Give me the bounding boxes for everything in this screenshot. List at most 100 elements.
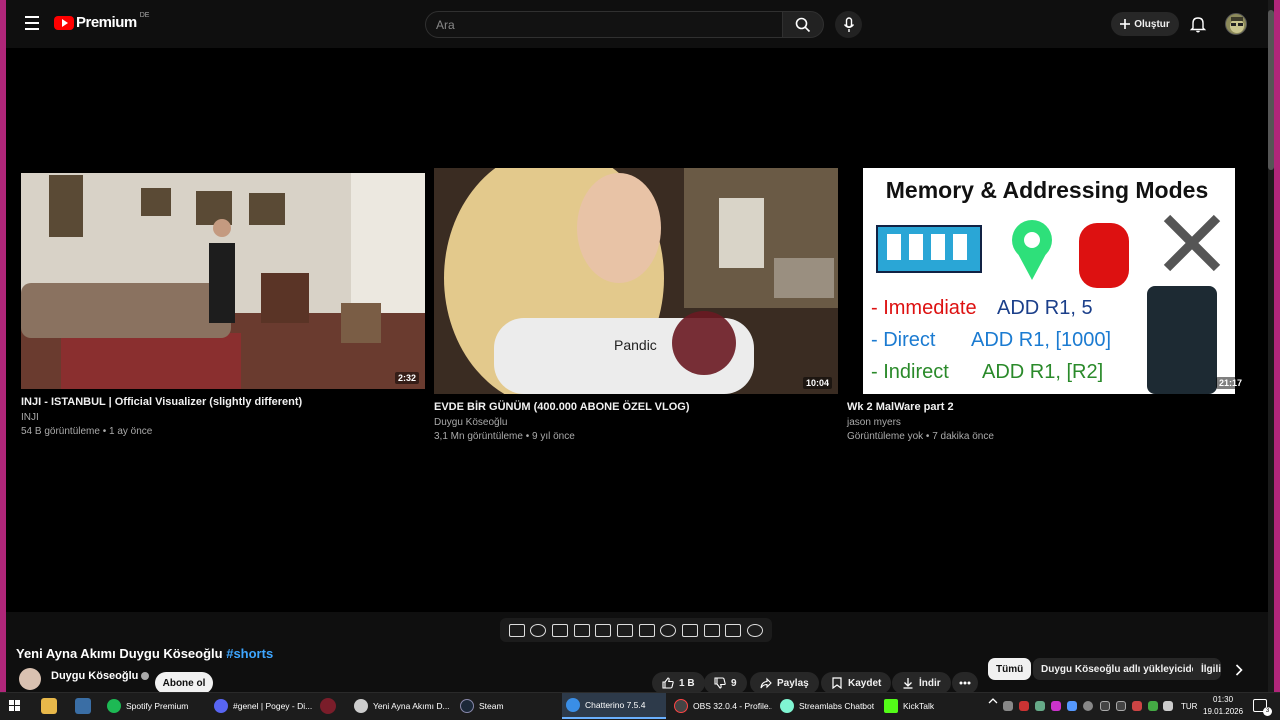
hamburger-menu-icon[interactable] [20, 12, 44, 36]
create-button[interactable]: Oluştur [1111, 12, 1179, 36]
tray-app-icon[interactable] [1067, 701, 1077, 711]
tray-app-icon[interactable] [1003, 701, 1013, 711]
input-language-indicator[interactable]: TUR [1181, 702, 1197, 711]
svg-text:ADD R1, [R2]: ADD R1, [R2] [982, 361, 1103, 383]
tray-app-icon[interactable] [1035, 701, 1045, 711]
endscreen-video-card[interactable]: Memory & Addressing Modes - Immediate AD… [847, 168, 1251, 442]
network-icon[interactable] [1100, 701, 1110, 711]
system-clock[interactable]: 01:30 19.01.2026 [1203, 694, 1243, 718]
download-button[interactable]: İndir [892, 672, 951, 694]
tray-overflow-chevron-icon[interactable] [988, 697, 998, 707]
youtube-premium-logo[interactable]: Premium DE [54, 12, 150, 31]
video-title[interactable]: INJI - ISTANBUL | Official Visualizer (s… [21, 396, 425, 408]
view-icon[interactable] [552, 623, 569, 637]
video-channel[interactable]: Duygu Köseoğlu [434, 417, 838, 428]
create-label: Oluştur [1134, 18, 1170, 30]
taskbar-item-label: Streamlabs Chatbot [799, 701, 875, 711]
endscreen-video-card[interactable]: 2:32 INJI - ISTANBUL | Official Visualiz… [21, 168, 425, 437]
video-meta: Görüntüleme yok • 7 dakika önce [847, 431, 994, 442]
channel-name[interactable]: Duygu Köseoğlu [51, 670, 150, 682]
microphone-icon [843, 16, 854, 32]
share-arrow-icon [760, 677, 772, 689]
volume-icon[interactable] [1116, 701, 1126, 711]
notification-bell-icon[interactable] [1188, 14, 1208, 34]
tray-app-icon[interactable] [1132, 701, 1142, 711]
channel-avatar[interactable] [19, 668, 41, 690]
video-duration: 21:17 [1215, 377, 1245, 389]
share-button[interactable]: Paylaş [750, 672, 819, 694]
taskbar-item-streamlabs[interactable]: Streamlabs Chatbot [776, 693, 876, 719]
speed-gauge-icon[interactable] [660, 623, 677, 637]
living-room-thumbnail-image [21, 173, 425, 389]
taskbar-item-spotify[interactable]: Spotify Premium [103, 693, 203, 719]
svg-text:ADD R1, 5: ADD R1, 5 [997, 297, 1093, 319]
taskbar-item-kicktalk[interactable]: KickTalk [880, 693, 970, 719]
player-extension-toolbar [500, 618, 772, 642]
keyboard-icon[interactable] [725, 623, 742, 637]
terminal-app-icon[interactable] [75, 698, 91, 714]
voice-search-button[interactable] [835, 11, 862, 38]
chip-all[interactable]: Tümü [988, 658, 1032, 680]
video-title[interactable]: EVDE BİR GÜNÜM (400.000 ABONE ÖZEL VLOG) [434, 401, 838, 413]
taskbar-item-chatterino[interactable]: Chatterino 7.5.4 [562, 693, 666, 719]
tray-app-icon[interactable] [1163, 701, 1173, 711]
taskbar-item-label: Yeni Ayna Akımı D... [373, 701, 450, 711]
clock-time: 01:30 [1213, 695, 1234, 704]
more-horizontal-icon [959, 681, 971, 685]
settings-gear-icon[interactable] [747, 623, 764, 637]
download-icon [903, 678, 913, 689]
save-button[interactable]: Kaydet [821, 672, 892, 694]
video-thumbnail[interactable]: 2:32 [21, 173, 425, 389]
broadcast-icon[interactable] [530, 623, 547, 637]
dashed-frame-icon[interactable] [638, 623, 655, 637]
chip-related[interactable]: İlgili [1193, 658, 1221, 680]
more-actions-button[interactable] [952, 672, 978, 694]
avatar-face-icon [1230, 17, 1244, 33]
search-input[interactable]: Ara [425, 11, 783, 38]
video-thumbnail[interactable]: Pandic 10:04 [434, 168, 838, 394]
tray-app-icon[interactable] [1083, 701, 1093, 711]
logo-region: DE [139, 12, 150, 19]
taskbar-item-obs[interactable]: OBS 32.0.4 - Profile... [670, 693, 772, 719]
video-thumbnail[interactable]: Memory & Addressing Modes - Immediate AD… [847, 168, 1251, 394]
loop-icon[interactable] [508, 623, 525, 637]
file-explorer-icon[interactable] [41, 698, 57, 714]
opera-gx-icon[interactable] [320, 698, 336, 714]
camera-screenshot-icon[interactable] [703, 623, 720, 637]
taskbar-item-discord[interactable]: #genel | Pogey - Di... [210, 693, 312, 719]
kicktalk-icon [884, 699, 898, 713]
theater-mode-icon[interactable] [617, 623, 634, 637]
scrollbar-thumb[interactable] [1268, 10, 1274, 170]
crop-icon[interactable] [595, 623, 612, 637]
svg-text:Pandic: Pandic [614, 337, 657, 353]
clapperboard-icon[interactable] [573, 623, 590, 637]
taskbar-item-label: Chatterino 7.5.4 [585, 700, 646, 710]
like-button[interactable]: 1 B [652, 672, 705, 694]
hashtag-link[interactable]: #shorts [226, 646, 273, 661]
tray-app-icon[interactable] [1051, 701, 1061, 711]
dislike-button[interactable]: 9 [704, 672, 747, 694]
security-icon[interactable] [1148, 701, 1158, 711]
search-button[interactable] [782, 11, 824, 38]
svg-text:ADD R1, [1000]: ADD R1, [1000] [971, 329, 1111, 351]
tray-app-icon[interactable] [1019, 701, 1029, 711]
taskbar-item-label: KickTalk [903, 701, 935, 711]
thumbs-up-icon [662, 677, 674, 689]
chip-from-uploader[interactable]: Duygu Köseoğlu adlı yükleyiciden [1033, 658, 1212, 680]
top-bar: Premium DE Ara Oluştur [6, 0, 1268, 48]
taskbar-item-steam[interactable]: Steam [456, 693, 556, 719]
endscreen-video-card[interactable]: Pandic 10:04 EVDE BİR GÜNÜM (400.000 ABO… [434, 168, 838, 442]
clock-date: 19.01.2026 [1203, 707, 1244, 716]
svg-text:- Immediate: - Immediate [871, 297, 977, 319]
chip-scroll-right-button[interactable] [1229, 660, 1249, 680]
taskbar-item-browser[interactable]: Yeni Ayna Akımı D... [350, 693, 450, 719]
video-channel[interactable]: jason myers [847, 417, 1251, 428]
video-title[interactable]: Wk 2 MalWare part 2 [847, 401, 1251, 413]
add-box-icon[interactable] [682, 623, 699, 637]
video-title-text: Yeni Ayna Akımı Duygu Köseoğlu [16, 646, 223, 661]
streamlabs-chatbot-icon [780, 699, 794, 713]
account-avatar[interactable] [1225, 13, 1247, 35]
subscribe-button[interactable]: Abone ol [155, 672, 213, 694]
windows-start-icon[interactable] [9, 700, 21, 712]
video-channel[interactable]: INJI [21, 412, 425, 423]
